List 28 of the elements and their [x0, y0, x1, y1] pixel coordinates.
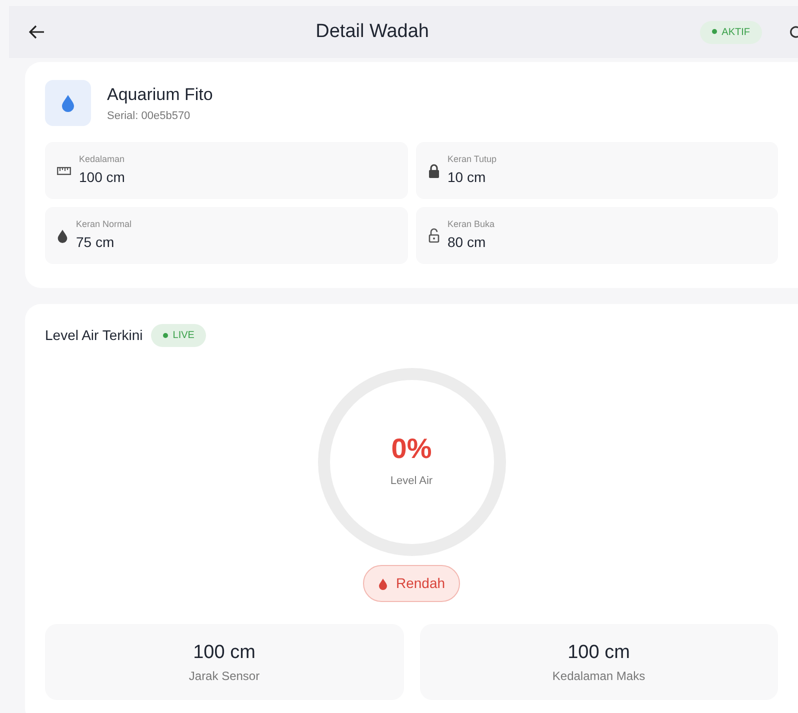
drop-icon [378, 578, 388, 590]
spec-value: 75 cm [76, 232, 116, 252]
container-name: Aquarium Fito [107, 84, 213, 106]
ruler-icon [57, 166, 71, 174]
spec-label: Keran Tutup [448, 153, 497, 166]
unlock-icon [428, 228, 440, 243]
live-badge: LIVE [150, 324, 206, 347]
spec-label: Kedalaman [79, 153, 125, 166]
section-title: Level Air Terkini [45, 326, 143, 345]
stat-value: 100 cm [568, 640, 630, 665]
page-title: Detail Wadah [316, 20, 429, 42]
drop-icon [57, 228, 68, 242]
spec-value: 10 cm [448, 168, 487, 187]
spec-label: Keran Buka [448, 218, 495, 232]
stat-value: 100 cm [193, 640, 256, 665]
stat-label: Kedalaman Maks [552, 668, 646, 686]
water-drop-icon [45, 80, 91, 126]
stat-label: Jarak Sensor [188, 668, 260, 686]
status-badge: Rendah [362, 565, 460, 602]
level-percentage: 0% [391, 434, 432, 463]
spec-value: 80 cm [448, 232, 487, 252]
serial-number: Serial: 00e5b570 [107, 108, 192, 124]
level-caption: Level Air [390, 474, 433, 489]
spec-value: 100 cm [79, 168, 125, 187]
status-badge: AKTIF [700, 20, 762, 44]
back-icon[interactable] [29, 25, 45, 39]
spec-label: Keran Normal [76, 218, 132, 232]
lock-icon [428, 164, 440, 178]
